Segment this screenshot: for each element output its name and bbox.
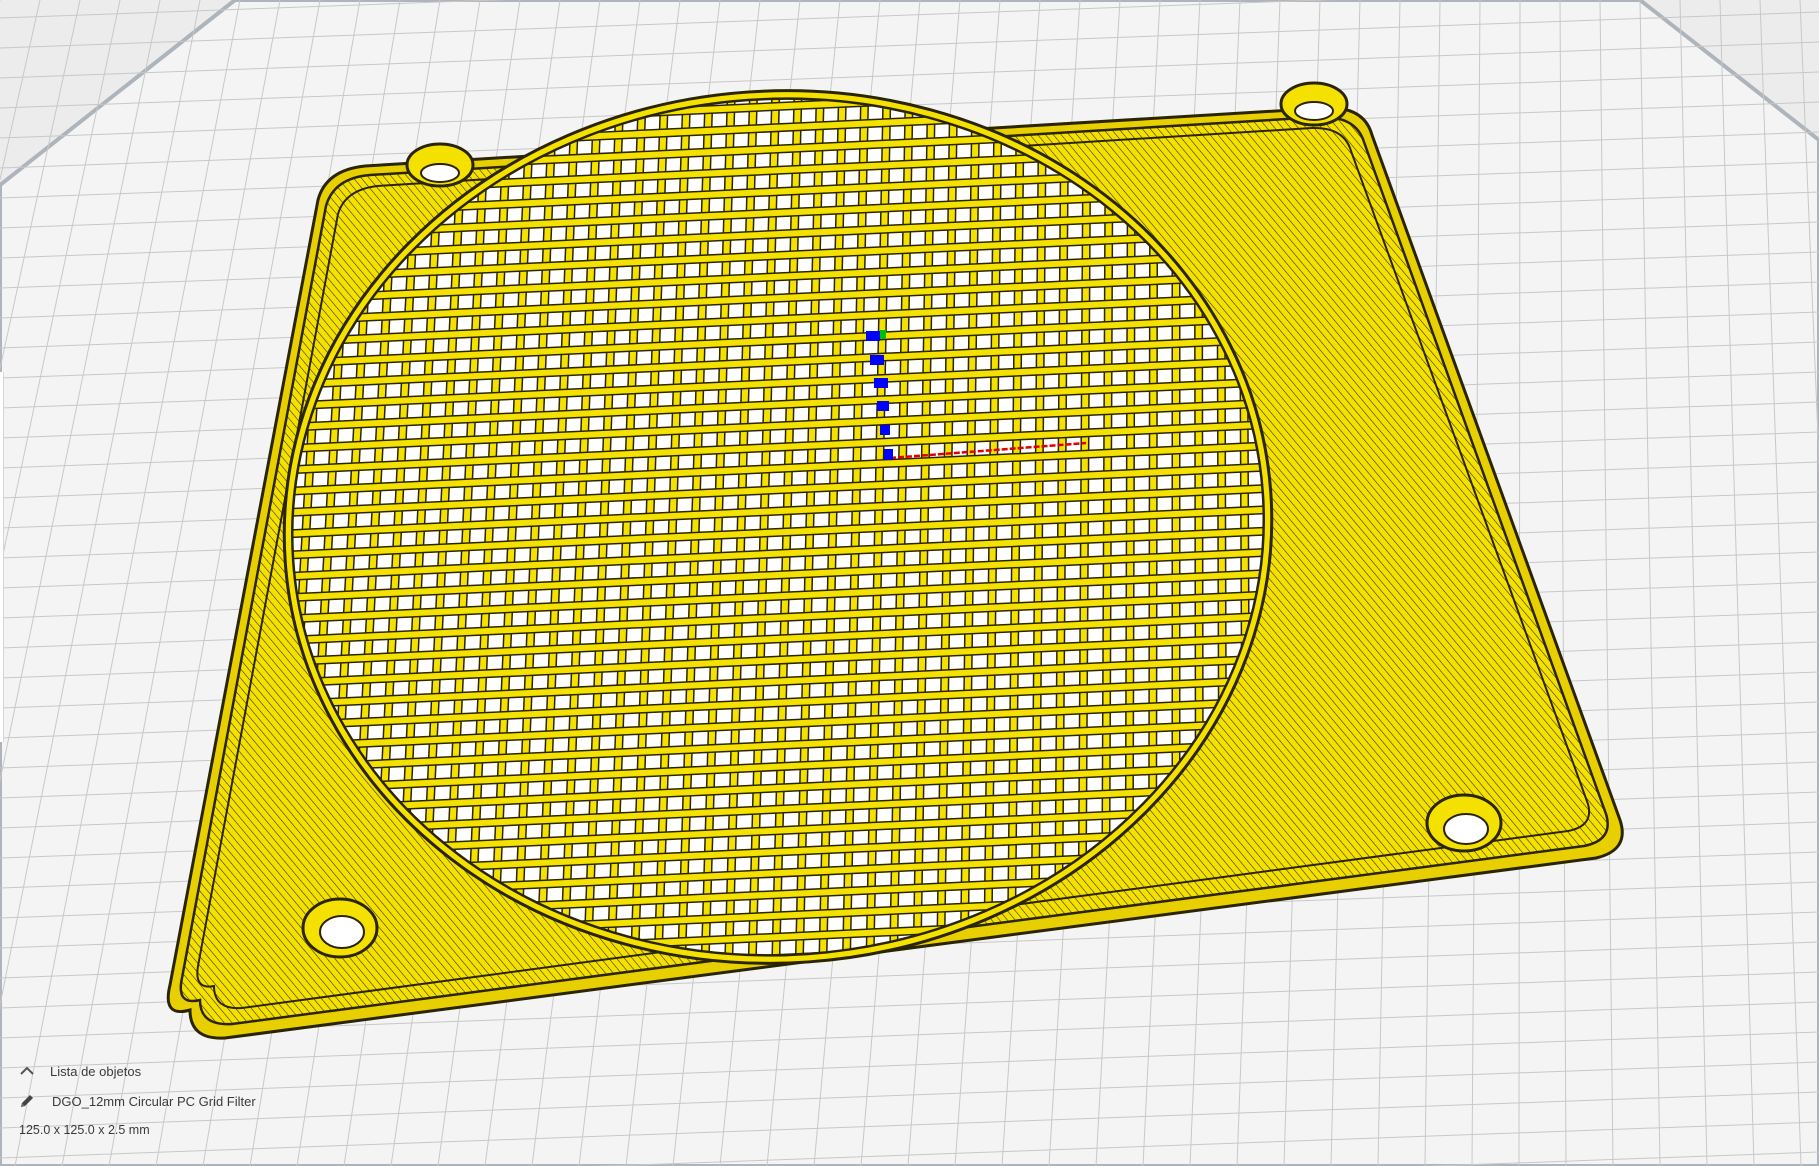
object-list-title: Lista de objetos (50, 1063, 142, 1079)
scene-canvas[interactable] (0, 0, 1819, 1166)
mounting-hole-top-left (405, 142, 475, 188)
mounting-hole-bottom-right (1425, 793, 1503, 853)
mounting-hole-bottom-left (301, 897, 379, 959)
y-axis-mark (880, 330, 886, 339)
object-list-header[interactable]: Lista de objetos (18, 1061, 141, 1081)
chevron-up-icon[interactable] (18, 1062, 36, 1080)
object-name[interactable]: DGO_12mm Circular PC Grid Filter (52, 1094, 256, 1109)
object-list-panel: Lista de objetos DGO_12mm Circular PC Gr… (0, 1046, 400, 1166)
left-panel-handle[interactable] (0, 372, 4, 742)
object-name-row[interactable]: DGO_12mm Circular PC Grid Filter (18, 1091, 256, 1111)
mounting-hole-top-right (1279, 81, 1349, 127)
3d-viewport[interactable] (0, 0, 1819, 1166)
object-dimensions: 125.0 x 125.0 x 2.5 mm (19, 1123, 150, 1137)
pencil-icon[interactable] (18, 1092, 36, 1110)
